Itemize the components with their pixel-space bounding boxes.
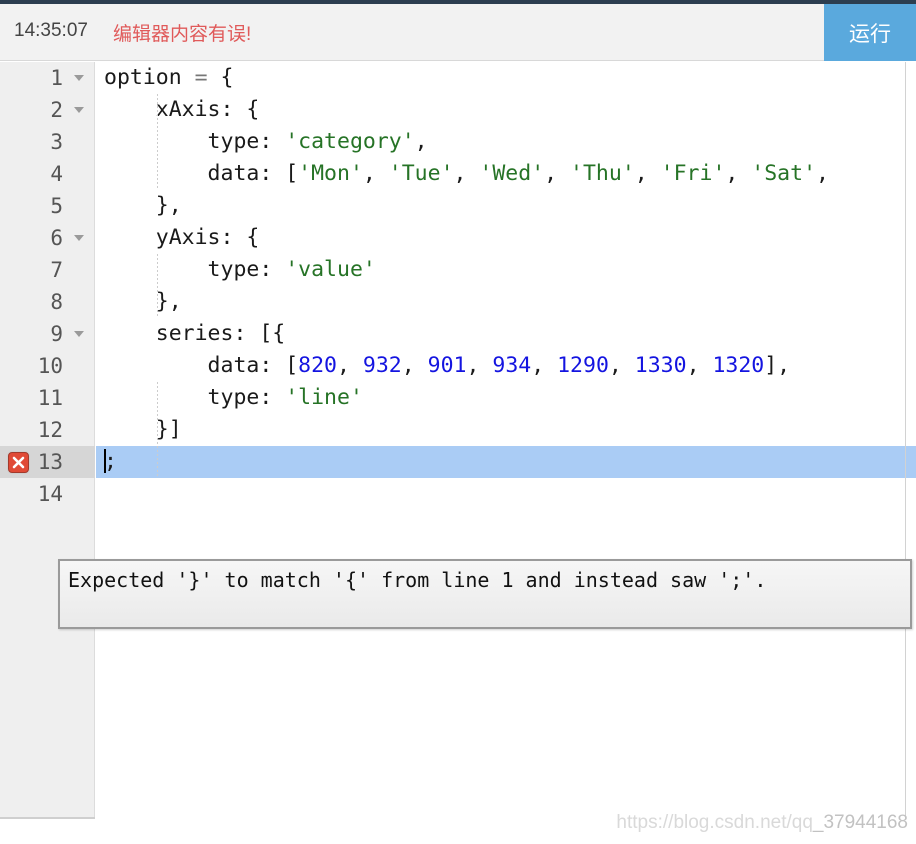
line-code[interactable]: ; — [96, 446, 916, 478]
line-number: 4 — [50, 162, 63, 186]
editor-app: 14:35:07 编辑器内容有误! 运行 1 option = {2 xAxis:… — [0, 0, 916, 844]
line-code[interactable]: xAxis: { — [96, 94, 916, 126]
code-line[interactable]: 12 }] — [0, 414, 916, 446]
line-code[interactable]: series: [{ — [96, 318, 916, 350]
line-gutter[interactable]: 1 — [0, 62, 95, 94]
code-line[interactable]: 14 — [0, 478, 916, 510]
line-code[interactable]: }, — [96, 190, 916, 222]
line-code[interactable]: data: ['Mon', 'Tue', 'Wed', 'Thu', 'Fri'… — [96, 158, 916, 190]
line-gutter[interactable]: 4 — [0, 158, 95, 190]
tooltip-line-1: Expected '}' to match '{' from line 1 an… — [68, 568, 767, 592]
code-line[interactable]: 10 data: [820, 932, 901, 934, 1290, 1330… — [0, 350, 916, 382]
line-gutter[interactable]: 3 — [0, 126, 95, 158]
line-number: 7 — [50, 258, 63, 282]
indent-guide — [157, 94, 158, 190]
watermark-id: _37944168 — [812, 812, 908, 833]
run-button[interactable]: 运行 — [824, 4, 916, 61]
code-line[interactable]: 6 yAxis: { — [0, 222, 916, 254]
line-code[interactable]: }] — [96, 414, 916, 446]
line-code[interactable]: yAxis: { — [96, 222, 916, 254]
line-gutter[interactable]: 12 — [0, 414, 95, 446]
error-marker-icon[interactable] — [8, 452, 29, 473]
line-number: 9 — [50, 322, 63, 346]
line-code[interactable]: type: 'value' — [96, 254, 916, 286]
line-gutter[interactable]: 6 — [0, 222, 95, 254]
line-gutter[interactable]: 11 — [0, 382, 95, 414]
code-line[interactable]: 3 type: 'category', — [0, 126, 916, 158]
line-gutter[interactable]: 13 — [0, 446, 95, 478]
code-line[interactable]: 8 }, — [0, 286, 916, 318]
line-number: 3 — [50, 130, 63, 154]
line-number: 1 — [50, 66, 63, 90]
line-gutter[interactable]: 14 — [0, 478, 95, 510]
gutter-bottom-edge — [0, 817, 95, 819]
vertical-scrollbar-track[interactable] — [905, 62, 906, 817]
line-number: 14 — [37, 482, 63, 506]
watermark-url: https://blog.csdn.net/qq — [616, 812, 813, 833]
code-line[interactable]: 4 data: ['Mon', 'Tue', 'Wed', 'Thu', 'Fr… — [0, 158, 916, 190]
line-gutter[interactable]: 2 — [0, 94, 95, 126]
error-message-label: 编辑器内容有误! — [113, 24, 252, 45]
line-code[interactable] — [96, 478, 916, 510]
line-code[interactable]: data: [820, 932, 901, 934, 1290, 1330, 1… — [96, 350, 916, 382]
fold-chevron-down-icon[interactable] — [74, 107, 84, 113]
line-number: 5 — [50, 194, 63, 218]
line-number: 10 — [37, 354, 63, 378]
fold-chevron-down-icon[interactable] — [74, 331, 84, 337]
watermark: https://blog.csdn.net/qq_37944168 — [616, 812, 908, 834]
code-line[interactable]: 9 series: [{ — [0, 318, 916, 350]
code-line[interactable]: 5 }, — [0, 190, 916, 222]
line-code[interactable]: type: 'category', — [96, 126, 916, 158]
line-number: 2 — [50, 98, 63, 122]
code-line[interactable]: 7 type: 'value' — [0, 254, 916, 286]
fold-chevron-down-icon[interactable] — [74, 75, 84, 81]
text-cursor — [104, 449, 106, 473]
line-gutter[interactable]: 9 — [0, 318, 95, 350]
line-number: 12 — [37, 418, 63, 442]
timestamp-label: 14:35:07 — [14, 20, 88, 41]
line-gutter[interactable]: 10 — [0, 350, 95, 382]
fold-chevron-down-icon[interactable] — [74, 235, 84, 241]
indent-guide — [157, 382, 158, 478]
line-code[interactable]: option = { — [96, 62, 916, 94]
editor-header: 14:35:07 编辑器内容有误! — [0, 4, 916, 61]
line-gutter[interactable]: 5 — [0, 190, 95, 222]
line-number: 13 — [37, 450, 63, 474]
line-gutter[interactable]: 8 — [0, 286, 95, 318]
error-tooltip: Expected '}' to match '{' from line 1 an… — [58, 559, 912, 629]
code-line[interactable]: 11 type: 'line' — [0, 382, 916, 414]
line-gutter[interactable]: 7 — [0, 254, 95, 286]
line-code[interactable]: type: 'line' — [96, 382, 916, 414]
indent-guide — [157, 254, 158, 318]
line-code[interactable]: }, — [96, 286, 916, 318]
code-line[interactable]: 2 xAxis: { — [0, 94, 916, 126]
line-number: 6 — [50, 226, 63, 250]
line-number: 11 — [37, 386, 63, 410]
code-editor[interactable]: 1 option = {2 xAxis: {3 type: 'category',… — [0, 62, 916, 844]
code-line[interactable]: 1 option = { — [0, 62, 916, 94]
code-line[interactable]: 13; — [0, 446, 916, 478]
line-number: 8 — [50, 290, 63, 314]
